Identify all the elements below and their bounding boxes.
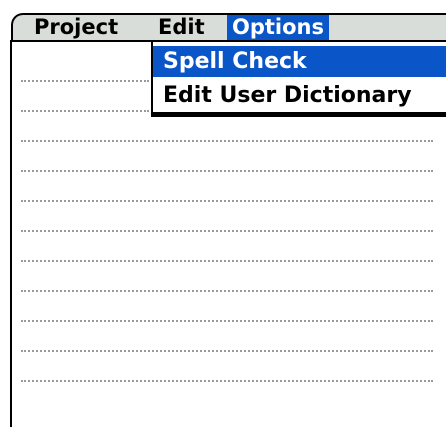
note-line[interactable] (21, 170, 433, 172)
note-line[interactable] (21, 350, 433, 352)
menu-project[interactable]: Project (29, 15, 123, 40)
note-line[interactable] (21, 230, 433, 232)
menu-options[interactable]: Options (227, 15, 329, 40)
note-line[interactable] (21, 320, 433, 322)
note-line[interactable] (21, 260, 433, 262)
note-line[interactable] (21, 380, 433, 382)
note-line[interactable] (21, 140, 433, 142)
note-line[interactable] (21, 200, 433, 202)
note-line[interactable] (21, 80, 149, 82)
note-line[interactable] (21, 290, 433, 292)
menu-item-edit-user-dictionary[interactable]: Edit User Dictionary (153, 80, 446, 111)
window-left-border (10, 40, 12, 427)
options-dropdown-menu: Spell Check Edit User Dictionary (151, 40, 446, 114)
note-line[interactable] (21, 110, 149, 112)
menu-item-spell-check[interactable]: Spell Check (153, 46, 446, 77)
menu-edit[interactable]: Edit (153, 15, 210, 40)
menu-bar: Project Edit Options (11, 13, 446, 42)
